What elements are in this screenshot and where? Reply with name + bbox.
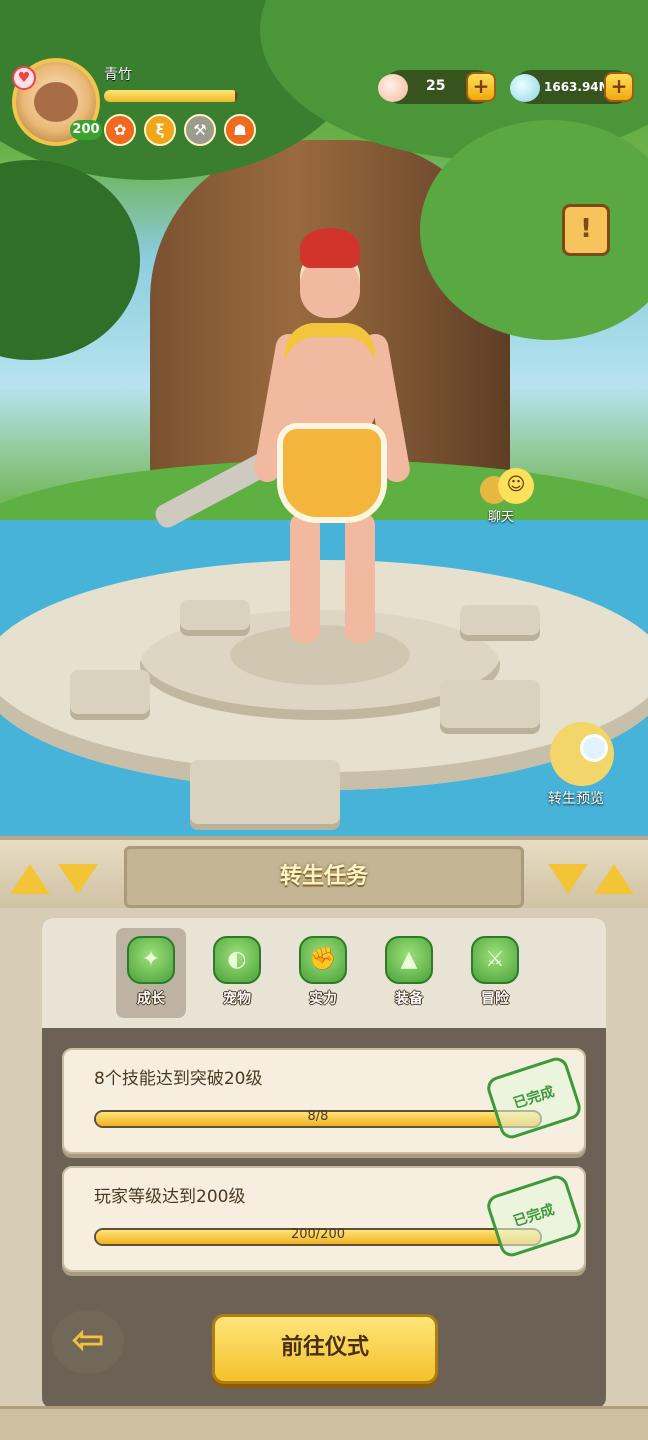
stone-block — [190, 760, 340, 830]
tab-strength[interactable]: ✊ 实力 — [288, 928, 358, 1018]
pig-face-icon — [34, 82, 78, 122]
panel-title: 转生任务 — [279, 864, 368, 889]
character-hair — [300, 228, 360, 268]
stone-block — [440, 680, 540, 734]
character-torso — [285, 323, 375, 433]
tab-growth[interactable]: ✦ 成长 — [116, 928, 186, 1018]
stone-block — [70, 670, 150, 720]
rebirth-preview-button[interactable] — [550, 722, 614, 786]
equipment-icon: ▲ — [385, 936, 433, 984]
chat-button[interactable]: ☺ — [480, 468, 540, 504]
swirl-buff-icon[interactable]: ξ — [144, 114, 176, 146]
magnifier-icon — [580, 734, 608, 762]
quest-scroll-button[interactable]: ! — [562, 204, 610, 256]
tiger-pelt-armor — [277, 423, 387, 523]
tab-pet[interactable]: ◐ 宠物 — [202, 928, 272, 1018]
task-progress-text: 200/200 — [290, 1227, 345, 1242]
strength-icon: ✊ — [299, 936, 347, 984]
arrow-up-icon — [594, 864, 634, 894]
cap-buff-icon[interactable]: ☗ — [224, 114, 256, 146]
adventure-icon: ⚔ — [471, 936, 519, 984]
stone-block — [180, 600, 250, 636]
add-crystal-button[interactable]: + — [604, 72, 634, 102]
go-to-ritual-button[interactable]: 前往仪式 — [212, 1314, 438, 1384]
bush — [0, 160, 140, 360]
arrow-down-icon — [548, 864, 588, 894]
rebirth-preview-label: 转生预览 — [548, 791, 604, 807]
chat-label: 聊天 — [488, 510, 515, 525]
task-card: 8个技能达到突破20级 8/8 已完成 — [62, 1048, 586, 1154]
growth-icon: ✦ — [127, 936, 175, 984]
panel-bottom-edge — [0, 1406, 648, 1440]
exp-bar — [104, 90, 238, 102]
mushroom-buff-icon[interactable]: ✿ — [104, 114, 136, 146]
panel-header: 转生任务 — [0, 836, 648, 908]
tab-label: 成长 — [137, 991, 165, 1007]
back-button[interactable]: ⇦ — [52, 1310, 124, 1374]
arrow-up-icon — [10, 864, 50, 894]
player-level: 200 — [70, 120, 102, 140]
task-card: 玩家等级达到200级 200/200 已完成 — [62, 1166, 586, 1272]
heart-badge-icon: ♥ — [12, 66, 36, 90]
tab-label: 宠物 — [223, 991, 251, 1007]
completed-stamp: 已完成 — [484, 1172, 584, 1260]
crystal-icon — [510, 74, 540, 102]
tab-adventure[interactable]: ⚔ 冒险 — [460, 928, 530, 1018]
tab-equipment[interactable]: ▲ 装备 — [374, 928, 444, 1018]
crystal-amount: 1663.94M — [544, 80, 611, 94]
axe-buff-icon[interactable]: ⚒ — [184, 114, 216, 146]
player-name: 青竹 — [104, 67, 132, 83]
arrow-down-icon — [58, 864, 98, 894]
task-title: 8个技能达到突破20级 — [94, 1069, 263, 1089]
tab-label: 冒险 — [481, 991, 509, 1007]
shell-icon — [378, 74, 408, 102]
tab-label: 装备 — [395, 991, 423, 1007]
pet-icon: ◐ — [213, 936, 261, 984]
player-character[interactable] — [151, 228, 412, 668]
completed-stamp: 已完成 — [484, 1054, 584, 1142]
shell-amount: 25 — [426, 78, 446, 94]
task-progress-text: 8/8 — [307, 1109, 329, 1124]
task-title: 玩家等级达到200级 — [94, 1187, 246, 1207]
add-shell-button[interactable]: + — [466, 72, 496, 102]
exp-bar-fill — [104, 90, 236, 102]
tab-label: 实力 — [309, 991, 337, 1007]
character-leg — [345, 513, 375, 643]
smile-icon: ☺ — [498, 468, 534, 504]
stone-block — [460, 605, 540, 641]
character-leg — [290, 513, 320, 643]
